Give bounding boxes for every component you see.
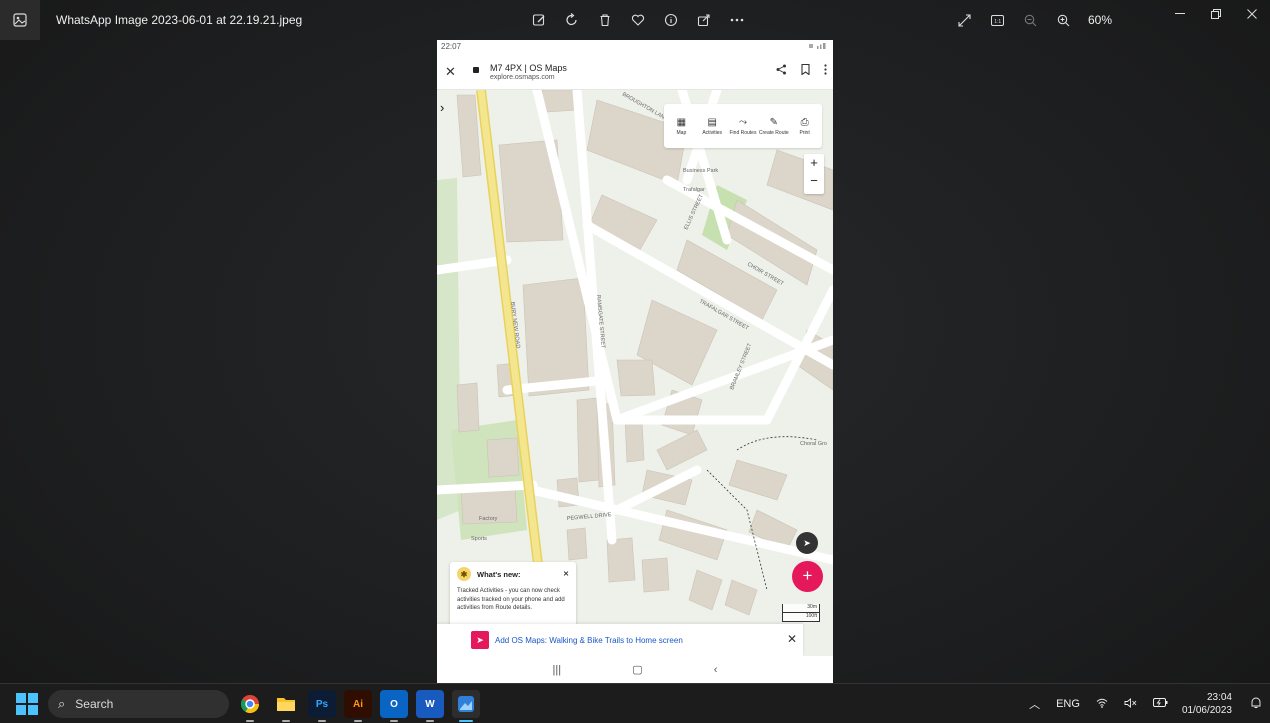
zoom-in-icon[interactable] [1047,0,1080,40]
phone-time: 22:07 [441,42,462,51]
install-banner-text[interactable]: Add OS Maps: Walking & Bike Trails to Ho… [495,636,683,645]
favorite-icon[interactable] [621,0,654,40]
photo-viewer-window: WhatsApp Image 2023-06-01 at 22.19.21.jp… [0,0,1270,723]
android-nav-bar: ||| ▢ ‹ [437,656,833,683]
notification-icon[interactable] [1250,697,1262,712]
add-button[interactable]: + [792,561,823,592]
menu-dots-icon[interactable] [824,64,827,78]
file-explorer-icon[interactable] [272,690,300,722]
map-label: Trafalgar [683,187,705,193]
bookmark-icon[interactable] [801,63,810,78]
map-tool-activities[interactable]: ▤ Activities [697,117,727,136]
outlook-icon[interactable]: O [380,690,408,722]
os-maps-app-icon: ➤ [471,631,489,649]
edit-icon[interactable] [522,0,555,40]
signal-icon [809,42,827,51]
map-label: Sports [471,536,487,542]
info-icon[interactable] [654,0,687,40]
close-icon[interactable] [1234,0,1270,28]
browser-actions [776,63,827,78]
map-tool-find-routes[interactable]: ⤳ Find Routes [728,117,758,136]
map-zoom-in-button[interactable]: + [804,154,824,172]
browser-bar: ✕ M7 4PX | OS Maps explore.osmaps.com [437,53,833,90]
lock-icon [473,67,479,73]
taskbar-search[interactable]: ⌕ Search [48,690,229,718]
whats-new-body: Tracked Activities - you can now check a… [457,588,565,612]
activities-icon: ▤ [707,116,717,128]
clock-date: 01/06/2023 [1181,705,1232,716]
zoom-out-icon[interactable] [1014,0,1047,40]
search-icon: ⌕ [58,696,66,711]
photoshop-icon[interactable]: Ps [308,690,336,722]
system-tray: ︿ ENG 23:04 01/06/2023 [1021,684,1270,723]
photos-app-icon [0,0,40,40]
close-icon[interactable]: ✕ [563,570,569,578]
minimize-icon[interactable] [1162,0,1198,28]
language-indicator[interactable]: ENG [1056,698,1080,710]
word-icon[interactable]: W [416,690,444,722]
battery-icon[interactable] [1152,698,1168,710]
svg-text:1:1: 1:1 [994,18,1001,24]
actual-size-icon[interactable]: 1:1 [981,0,1014,40]
chevron-up-icon[interactable]: ︿ [1029,696,1040,712]
rotate-icon[interactable] [555,0,588,40]
phone-status-bar: 22:07 [437,40,833,53]
map-label: Choral Gro [800,441,827,447]
map-tool-create-route[interactable]: ✎ Create Route [759,117,789,136]
back-icon[interactable]: ‹ [714,664,718,676]
compass-icon[interactable]: ➤ [796,532,818,554]
chrome-icon[interactable] [236,690,264,722]
wifi-icon[interactable] [1096,698,1108,711]
zoom-level: 60% [1088,13,1113,27]
search-placeholder: Search [75,697,114,711]
home-icon[interactable]: ▢ [632,663,642,676]
map-zoom-control: + − [804,154,824,194]
close-tab-icon[interactable]: ✕ [445,64,456,80]
scale-imperial: 100ft [782,613,820,622]
delete-icon[interactable] [588,0,621,40]
fullscreen-icon[interactable] [948,0,981,40]
expand-panel-icon[interactable]: › [437,100,451,122]
restore-icon[interactable] [1198,0,1234,28]
map-scale: 30m 100ft [782,604,820,622]
image-toolbar [522,0,753,40]
scale-metric: 30m [782,604,820,613]
phone-screenshot: 22:07 ✕ M7 4PX | OS Maps explore.osmaps.… [437,40,833,683]
start-icon[interactable] [16,693,38,715]
map-label: Factory [479,516,498,522]
print-icon: ⎙ [800,116,809,128]
map-zoom-out-button[interactable]: − [804,172,824,190]
whats-new-popup: ✱ What's new: ✕ Tracked Activities - you… [450,562,576,626]
install-banner[interactable]: ➤ Add OS Maps: Walking & Bike Trails to … [437,624,803,656]
share-icon[interactable] [687,0,720,40]
zoom-controls: 1:1 60% [948,0,1112,40]
photos-icon[interactable] [452,690,480,722]
map-toolbar: ▦ Map ▤ Activities ⤳ Find Routes ✎ Creat… [664,104,822,148]
volume-muted-icon[interactable] [1124,697,1137,711]
clock-time: 23:04 [1206,692,1232,703]
page-title: M7 4PX | OS Maps [490,63,567,73]
map-tool-map[interactable]: ▦ Map [666,117,696,136]
find-routes-icon: ⤳ [738,116,747,128]
os-map[interactable]: BURY NEW ROAD RAMSGATE STREET TRAFALGAR … [437,90,833,656]
map-icon: ▦ [676,116,687,128]
map-label: Business Park [683,168,718,174]
title-bar: WhatsApp Image 2023-06-01 at 22.19.21.jp… [0,0,1270,40]
lightbulb-icon: ✱ [457,567,471,581]
clock[interactable]: 23:04 01/06/2023 [1182,691,1232,717]
windows-taskbar: ⌕ Search Ps Ai O W ︿ ENG 23:04 01/06/202… [0,683,1270,723]
recents-icon[interactable]: ||| [553,664,562,676]
create-route-icon: ✎ [769,116,778,128]
map-tool-print[interactable]: ⎙ Print [790,117,820,136]
whats-new-title: What's new: [477,569,521,579]
more-options-icon[interactable] [720,0,753,40]
close-icon[interactable]: ✕ [787,632,797,646]
page-url: explore.osmaps.com [490,74,555,81]
share-icon[interactable] [776,64,787,78]
window-controls [1162,0,1270,32]
illustrator-icon[interactable]: Ai [344,690,372,722]
file-title: WhatsApp Image 2023-06-01 at 22.19.21.jp… [56,13,303,27]
